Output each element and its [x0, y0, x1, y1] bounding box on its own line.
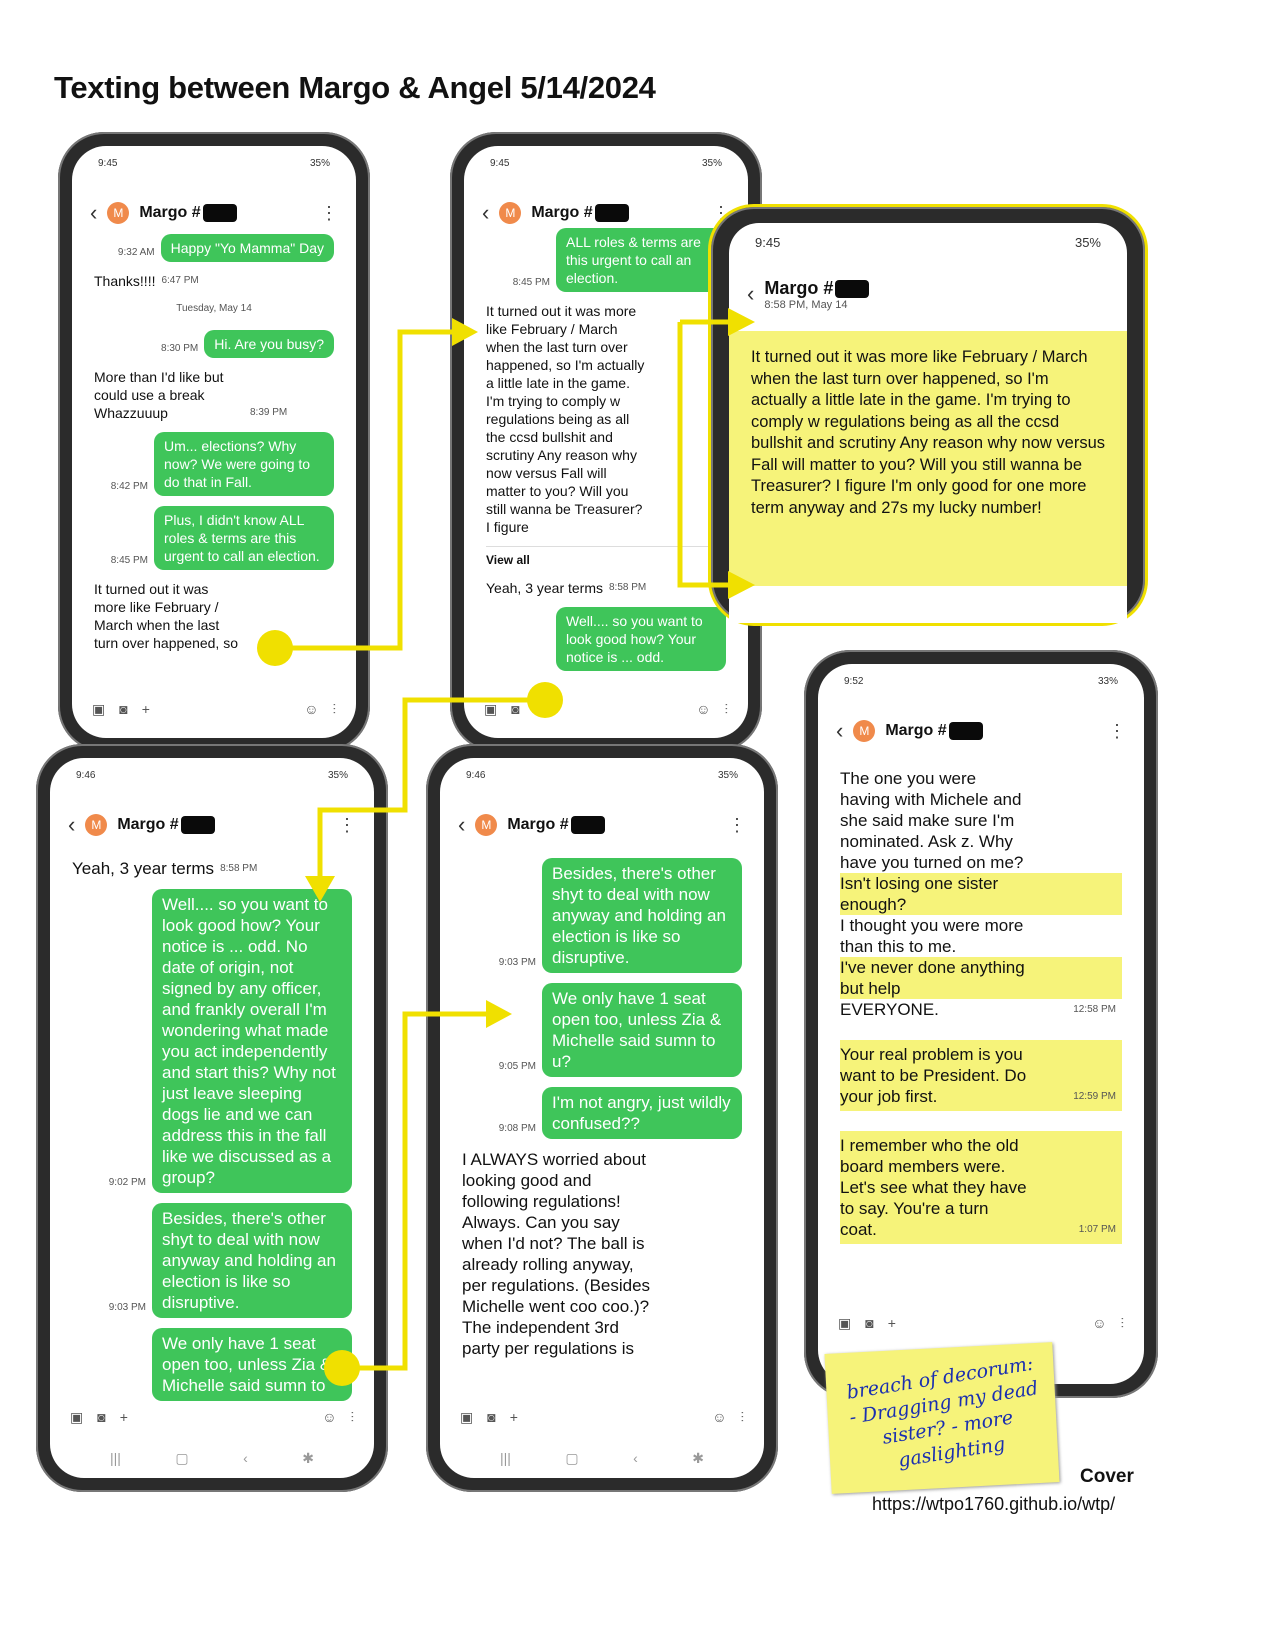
anchor-dot: [257, 630, 293, 666]
arrow-head: [728, 308, 755, 336]
arrow-head: [452, 318, 478, 346]
connector-arrows: [257, 308, 755, 1386]
source-url[interactable]: https://wtpo1760.github.io/wtp/: [872, 1494, 1115, 1515]
arrow-path: [317, 697, 545, 880]
arrow-head: [305, 876, 335, 902]
cover-label: Cover: [1080, 1466, 1134, 1487]
arrow-head: [728, 571, 755, 599]
anchor-dot: [324, 1350, 360, 1386]
arrow-path: [342, 1011, 490, 1371]
sticky-note: breach of decorum: - Dragging my dead si…: [824, 1342, 1060, 1494]
arrow-path: [275, 329, 460, 651]
arrow-path: [677, 322, 735, 588]
anchor-dot: [527, 682, 563, 718]
arrow-head: [486, 1000, 512, 1028]
